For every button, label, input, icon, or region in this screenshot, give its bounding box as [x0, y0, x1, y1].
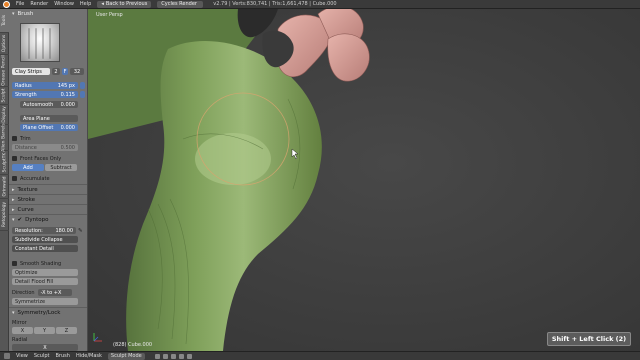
tab-alien-barrels[interactable]: Alien Barrels [0, 123, 9, 152]
expand-arrow-icon: ▸ [12, 196, 15, 203]
editor-type-icon[interactable] [4, 353, 10, 359]
symmetry-lock-panel-header[interactable]: ▾ Symmetry/Lock [12, 309, 85, 316]
viewport-shading-buttons [154, 353, 192, 359]
brush-name-field[interactable]: Clay Strips [12, 68, 50, 75]
strength-slider[interactable]: Strength 0.115 [12, 91, 78, 98]
tool-shelf-tabs: Tools Options Grease Pencil Sculpt Displ… [0, 9, 9, 351]
snap-icon[interactable] [186, 353, 192, 359]
add-mode-button[interactable]: Add [12, 164, 44, 171]
sculpt-plane-select[interactable]: Area Plane [20, 115, 78, 122]
menu-brush[interactable]: Brush [56, 353, 70, 359]
mirror-z-button[interactable]: Z [56, 327, 77, 334]
direction-label: Direction [12, 289, 35, 296]
symmetrize-direction-select[interactable]: -X to +X [37, 289, 72, 296]
eyedropper-icon[interactable]: ✎ [78, 228, 83, 234]
menu-window[interactable]: Window [54, 1, 74, 7]
blender-logo-icon[interactable] [3, 0, 10, 8]
layers-icon[interactable] [170, 353, 176, 359]
pivot-point-icon[interactable] [162, 353, 168, 359]
front-faces-only-checkbox[interactable]: Front Faces Only [12, 155, 85, 162]
strength-pressure-toggle[interactable] [80, 91, 85, 98]
stroke-panel-header[interactable]: ▸ Stroke [12, 196, 85, 203]
brush-panel-header[interactable]: ▾ Brush [12, 10, 85, 17]
symmetrize-button[interactable]: Symmetrize [12, 298, 78, 305]
detail-refine-method-select[interactable]: Subdivide Collapse [12, 236, 78, 243]
collapse-arrow-icon: ▾ [12, 216, 15, 223]
trim-checkbox[interactable]: Trim [12, 135, 85, 142]
mirror-x-button[interactable]: X [12, 327, 33, 334]
interaction-mode-select[interactable]: Sculpt Mode [107, 352, 145, 360]
menu-view[interactable]: View [16, 353, 28, 359]
render-engine-select[interactable]: Cycles Render [157, 0, 204, 8]
curve-panel-header[interactable]: ▸ Curve [12, 206, 85, 213]
viewport-footer-bar: View Sculpt Brush Hide/Mask Sculpt Mode [0, 351, 640, 360]
detailing-method-select[interactable]: Constant Detail [12, 245, 78, 252]
viewport-title: User Persp [96, 12, 123, 18]
tab-tools[interactable]: Tools [0, 9, 9, 33]
smooth-shading-checkbox[interactable]: Smooth Shading [12, 260, 85, 267]
dyntopo-panel-header[interactable]: ▾ ✔ Dyntopo [12, 216, 85, 223]
sculpt-model-render [88, 9, 640, 351]
subtract-mode-button[interactable]: Subtract [45, 164, 77, 171]
expand-arrow-icon: ▸ [12, 206, 15, 213]
tab-sculpt[interactable]: Sculpt [0, 87, 9, 105]
tab-grinwald[interactable]: Grinwald [0, 175, 9, 199]
menu-render[interactable]: Render [30, 1, 48, 7]
shading-solid-icon[interactable] [154, 353, 160, 359]
radial-label: Radial [12, 336, 28, 343]
menu-file[interactable]: File [16, 1, 24, 7]
expand-arrow-icon: ▸ [12, 186, 15, 193]
resolution-slider[interactable]: Resolution: 180.00 [12, 227, 76, 234]
menu-sculpt[interactable]: Sculpt [34, 353, 50, 359]
plane-offset-slider[interactable]: Plane Offset 0.000 [20, 124, 78, 131]
tool-shelf-panel: ▾ Brush Clay Strips 2 F 32 Radius 145 px… [9, 9, 88, 351]
mirror-label: Mirror [12, 319, 27, 326]
key-hint-overlay: Shift + Left Click (2) [547, 332, 631, 346]
brush-preview-thumbnail[interactable] [20, 23, 60, 62]
optimize-button[interactable]: Optimize [12, 269, 78, 276]
detail-flood-fill-button[interactable]: Detail Flood Fill [12, 278, 78, 285]
tab-sculpttk[interactable]: SculptTK [0, 151, 9, 175]
accumulate-checkbox[interactable]: Accumulate [12, 175, 85, 182]
fake-user-button[interactable]: F [62, 68, 68, 75]
autosmooth-slider[interactable]: Autosmooth 0.000 [20, 101, 78, 108]
render-preview-icon[interactable] [178, 353, 184, 359]
tab-grease-pencil[interactable]: Grease Pencil [0, 55, 9, 87]
radius-slider[interactable]: Radius 145 px [12, 82, 78, 89]
texture-panel-header[interactable]: ▸ Texture [12, 186, 85, 193]
dyntopo-check-icon: ✔ [17, 216, 23, 223]
trim-distance-slider[interactable]: Distance 0.500 [12, 144, 78, 151]
tab-options[interactable]: Options [0, 33, 9, 55]
brush-users-count[interactable]: 2 [52, 68, 60, 75]
tab-display[interactable]: Display [0, 105, 9, 125]
collapse-arrow-icon: ▾ [12, 309, 15, 316]
top-header-bar: File Render Window Help ◂ Back to Previo… [0, 0, 640, 9]
knee-highlight [195, 133, 271, 185]
back-to-previous-button[interactable]: ◂ Back to Previous [97, 0, 152, 8]
collapse-arrow-icon: ▾ [12, 10, 15, 17]
3d-viewport[interactable] [88, 9, 640, 351]
radius-pressure-toggle[interactable] [80, 82, 85, 89]
active-object-label: (828) Cube.000 [113, 342, 153, 348]
mirror-y-button[interactable]: Y [34, 327, 55, 334]
scene-stats: v2.79 | Verts:830,741 | Tris:1,661,478 |… [213, 1, 337, 7]
menu-hide-mask[interactable]: Hide/Mask [76, 353, 102, 359]
menu-help[interactable]: Help [80, 1, 91, 7]
back-icon: ◂ [101, 0, 104, 7]
brush-number[interactable]: 32 [70, 68, 84, 75]
tab-retopology[interactable]: Retopology [0, 199, 9, 231]
radial-x-field[interactable]: X [12, 344, 78, 351]
